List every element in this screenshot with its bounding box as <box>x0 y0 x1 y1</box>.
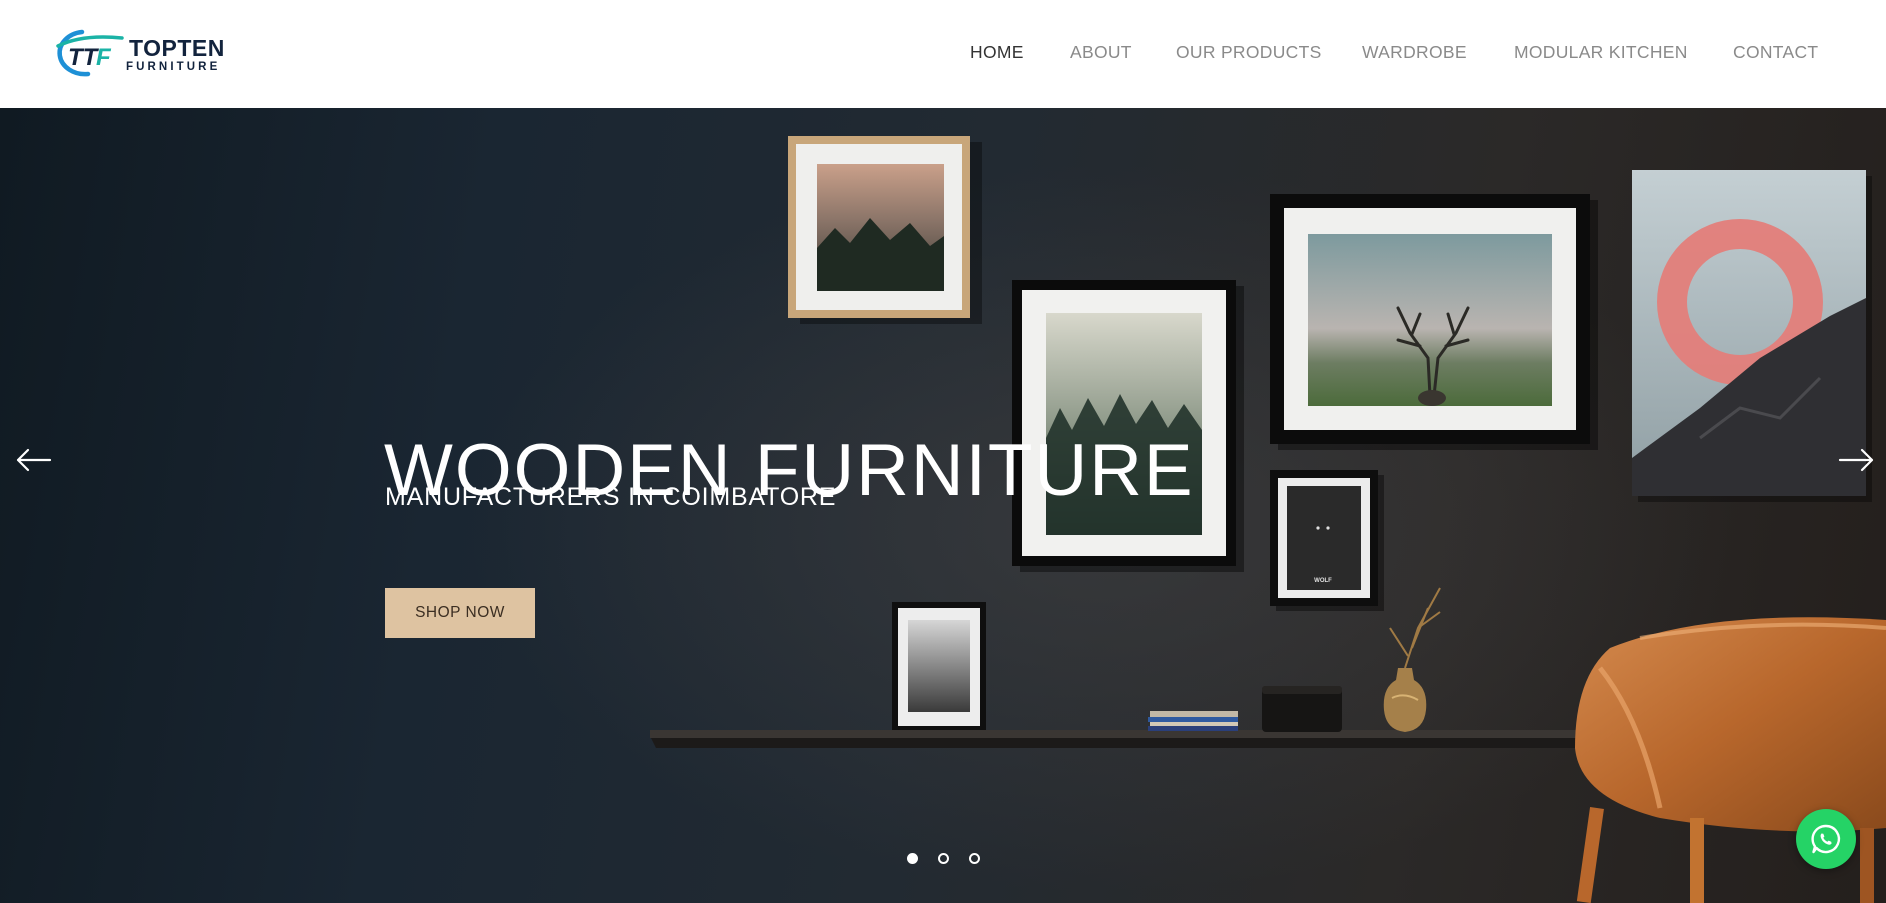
whatsapp-chat-button[interactable] <box>1796 809 1856 869</box>
hero-slider: WOLF WOODEN FURNITURE MANUFACTURERS IN C… <box>0 108 1886 903</box>
slider-prev-button[interactable] <box>14 440 54 480</box>
slide-dot-1[interactable] <box>907 853 918 864</box>
slide-dot-3[interactable] <box>969 853 980 864</box>
slide-dot-2[interactable] <box>938 853 949 864</box>
main-nav: HOME ABOUT OUR PRODUCTS WARDROBE MODULAR… <box>0 42 1886 66</box>
arrow-right-icon <box>1838 448 1874 472</box>
nav-home[interactable]: HOME <box>970 42 1024 63</box>
whatsapp-icon <box>1811 824 1841 854</box>
hero-subtitle: MANUFACTURERS IN COIMBATORE <box>385 483 837 511</box>
site-header: TT F TOPTEN FURNITURE HOME ABOUT OUR PRO… <box>0 0 1886 108</box>
arrow-left-icon <box>16 448 52 472</box>
nav-contact[interactable]: CONTACT <box>1733 42 1818 63</box>
wolf-poster-text: WOLF <box>1314 578 1332 584</box>
nav-wardrobe[interactable]: WARDROBE <box>1362 42 1467 63</box>
nav-modular-kitchen[interactable]: MODULAR KITCHEN <box>1514 42 1688 63</box>
shop-now-button[interactable]: SHOP NOW <box>385 588 535 638</box>
nav-our-products[interactable]: OUR PRODUCTS <box>1176 42 1322 63</box>
slider-next-button[interactable] <box>1836 440 1876 480</box>
nav-about[interactable]: ABOUT <box>1070 42 1132 63</box>
